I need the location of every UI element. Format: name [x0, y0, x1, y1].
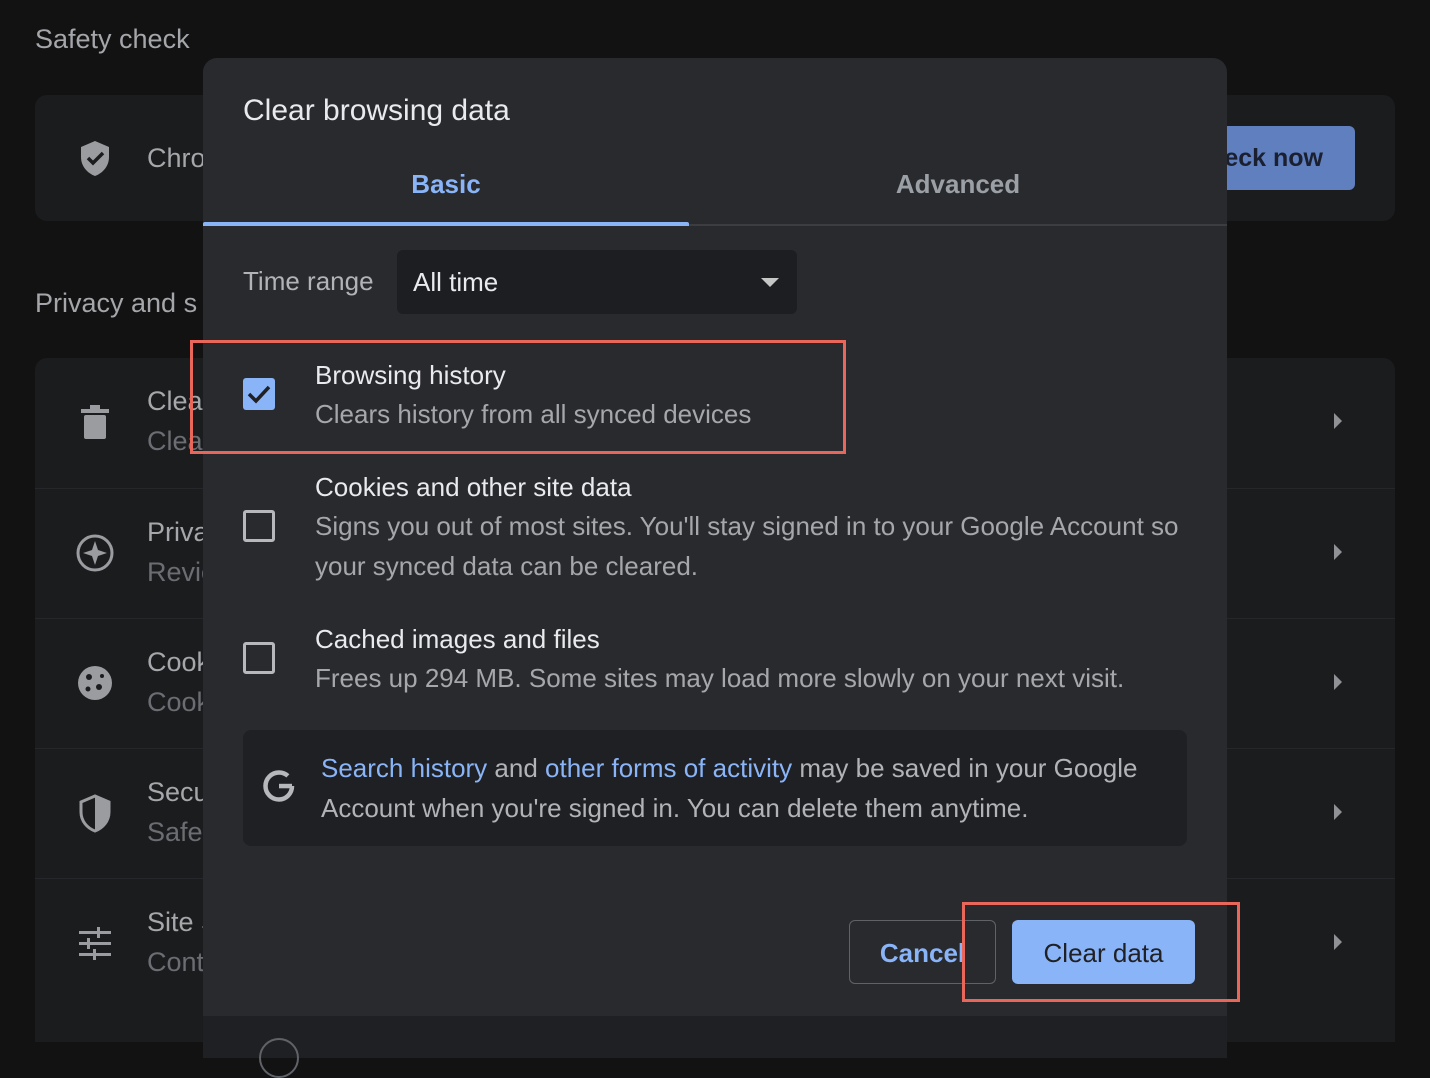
dropdown-arrow-icon	[761, 278, 779, 287]
trash-icon	[81, 405, 109, 439]
tab-basic[interactable]: Basic	[203, 158, 689, 224]
option-title: Cookies and other site data	[315, 472, 632, 502]
compass-icon	[76, 534, 114, 572]
notice-text: and	[487, 753, 546, 783]
tune-sliders-icon	[79, 927, 111, 960]
avatar	[259, 1038, 299, 1078]
privacy-row-subtitle: Cook	[147, 687, 211, 717]
clear-data-button[interactable]: Clear data	[1012, 920, 1195, 984]
other-activity-link[interactable]: other forms of activity	[545, 753, 792, 783]
google-g-icon	[263, 770, 295, 802]
google-activity-notice: Search history and other forms of activi…	[243, 730, 1187, 846]
clear-browsing-data-dialog: Clear browsing data Basic Advanced Time …	[203, 58, 1227, 1078]
option-description: Clears history from all synced devices	[315, 399, 752, 429]
privacy-heading: Privacy and s	[35, 288, 198, 318]
privacy-row-title: Secu	[147, 777, 209, 807]
cached-images-checkbox[interactable]	[243, 642, 275, 674]
chevron-right-icon	[1334, 674, 1342, 690]
time-range-value: All time	[413, 267, 499, 297]
safety-check-label: Chro	[147, 143, 206, 173]
cancel-button[interactable]: Cancel	[849, 920, 996, 984]
chevron-right-icon	[1334, 934, 1342, 950]
option-cached-images: Cached images and files Frees up 294 MB.…	[203, 618, 1227, 708]
chevron-right-icon	[1334, 413, 1342, 429]
safety-check-heading: Safety check	[35, 24, 190, 54]
option-title: Browsing history	[315, 360, 506, 390]
search-history-link[interactable]: Search history	[321, 753, 487, 783]
shield-icon	[79, 794, 111, 833]
privacy-row-subtitle: Safe	[147, 817, 203, 847]
cookie-icon	[78, 666, 112, 700]
option-title: Cached images and files	[315, 624, 600, 654]
time-range-label: Time range	[243, 266, 374, 296]
privacy-row-title: Clea	[147, 386, 203, 416]
dialog-tabs: Basic Advanced	[203, 158, 1227, 226]
browsing-history-checkbox[interactable]	[243, 378, 275, 410]
privacy-row-subtitle: Clea	[147, 426, 203, 456]
option-cookies: Cookies and other site data Signs you ou…	[203, 466, 1227, 596]
option-description: Frees up 294 MB. Some sites may load mor…	[315, 663, 1125, 693]
chevron-right-icon	[1334, 804, 1342, 820]
privacy-row-title: Cook	[147, 647, 211, 677]
time-range-select[interactable]: All time	[397, 250, 797, 314]
option-browsing-history: Browsing history Clears history from all…	[203, 354, 1227, 454]
active-tab-indicator	[203, 222, 689, 226]
privacy-row-title: Priva	[147, 517, 209, 547]
tab-advanced[interactable]: Advanced	[715, 158, 1201, 224]
privacy-row-subtitle: Cont	[147, 947, 205, 977]
chevron-right-icon	[1334, 544, 1342, 560]
google-notice-text: Search history and other forms of activi…	[321, 748, 1171, 828]
checkmark-icon	[247, 385, 271, 404]
shield-check-icon	[81, 141, 109, 176]
cookies-checkbox[interactable]	[243, 510, 275, 542]
option-description: Signs you out of most sites. You'll stay…	[315, 511, 1179, 581]
dialog-title: Clear browsing data	[243, 94, 510, 127]
dialog-footer	[203, 1016, 1227, 1078]
